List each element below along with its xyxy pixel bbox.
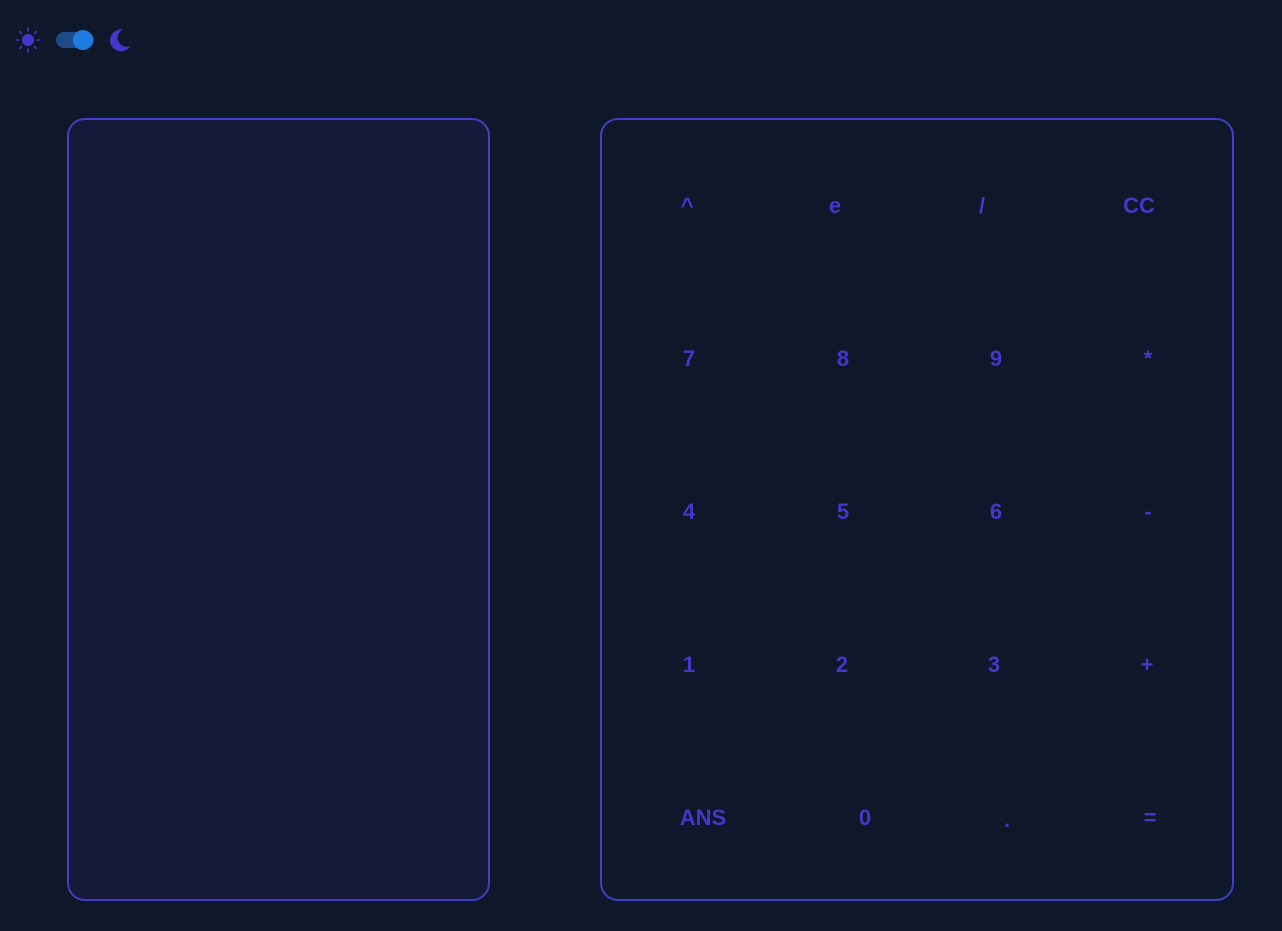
key-4[interactable]: 4 [683,501,695,523]
key-equals[interactable]: = [1144,807,1157,829]
theme-switch[interactable] [56,30,94,50]
key-divide[interactable]: / [979,195,985,217]
theme-switch-knob [73,30,93,50]
theme-toggle [14,26,132,54]
key-add[interactable]: + [1141,654,1154,676]
key-7[interactable]: 7 [683,348,695,370]
key-6[interactable]: 6 [990,501,1002,523]
key-1[interactable]: 1 [683,654,695,676]
moon-icon [110,29,131,52]
key-decimal[interactable]: . [1004,809,1010,831]
key-3[interactable]: 3 [988,654,1000,676]
key-9[interactable]: 9 [990,348,1002,370]
sun-icon [15,27,41,53]
key-clear[interactable]: CC [1123,195,1155,217]
calculator-display [67,118,490,901]
key-0[interactable]: 0 [859,807,871,829]
key-8[interactable]: 8 [837,348,849,370]
key-2[interactable]: 2 [836,654,848,676]
key-ans[interactable]: ANS [680,807,726,829]
key-power[interactable]: ^ [681,195,694,217]
key-subtract[interactable]: - [1144,501,1151,523]
key-euler[interactable]: e [829,195,841,217]
key-5[interactable]: 5 [837,501,849,523]
key-multiply[interactable]: * [1144,348,1153,370]
calculator-keypad: ^ e / CC 7 8 9 * 4 5 6 - 1 2 3 + ANS 0 .… [600,118,1234,901]
